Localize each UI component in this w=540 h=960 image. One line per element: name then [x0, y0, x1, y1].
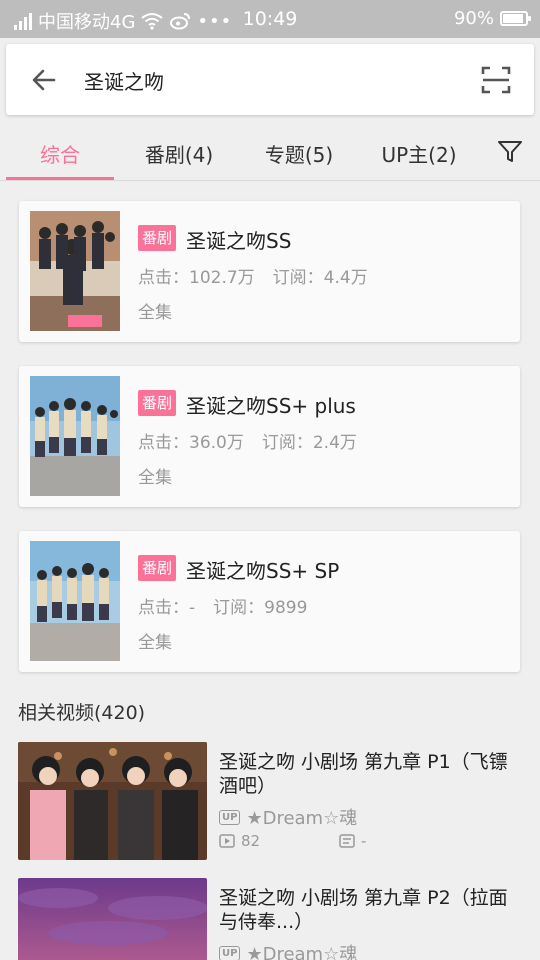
- battery-percent: 90%: [453, 8, 494, 29]
- search-tabs: 综合 番剧(4) 专题(5) UP主(2): [0, 125, 540, 181]
- bangumi-episodes: 全集: [138, 303, 172, 323]
- tab-bangumi[interactable]: 番剧(4): [124, 139, 234, 168]
- bangumi-badge: 番剧: [138, 555, 177, 581]
- video-list-item[interactable]: 圣诞之吻 小剧场 第九章 P2（拉面与侍奉...） UP ★Dream☆魂: [18, 878, 522, 960]
- related-videos-header: 相关视频(420): [18, 702, 146, 724]
- status-bar: 中国移动4G ••• 10:49 90%: [0, 0, 540, 38]
- bangumi-title: 圣诞之吻SS+ plus: [186, 394, 356, 418]
- play-icon: [219, 834, 235, 848]
- bangumi-cover: [30, 541, 120, 661]
- bangumi-badge: 番剧: [138, 390, 177, 416]
- status-right: 90%: [453, 8, 531, 29]
- bangumi-clicks: 点击：36.0万: [138, 433, 244, 453]
- video-uploader-row: UP ★Dream☆魂: [219, 940, 357, 960]
- bangumi-title: 圣诞之吻SS: [186, 229, 292, 253]
- bangumi-subscriptions: 订阅：2.4万: [261, 433, 357, 453]
- back-arrow-icon[interactable]: [28, 64, 60, 96]
- scan-qr-icon[interactable]: [480, 64, 512, 96]
- bangumi-title: 圣诞之吻SS+ SP: [186, 559, 340, 583]
- bangumi-clicks: 点击：-: [138, 598, 196, 618]
- tab-up-users[interactable]: UP主(2): [364, 139, 474, 168]
- video-title: 圣诞之吻 小剧场 第九章 P2（拉面与侍奉...）: [219, 887, 508, 933]
- search-bar: 圣诞之吻: [6, 44, 534, 115]
- up-tag-icon: UP: [219, 809, 241, 825]
- bangumi-card[interactable]: 番剧 圣诞之吻SS+ plus 点击：36.0万 订阅：2.4万 全集: [19, 366, 520, 507]
- bangumi-subscriptions: 订阅：9899: [213, 598, 308, 618]
- play-count-value: 82: [241, 832, 261, 850]
- video-thumbnail: [18, 742, 207, 860]
- video-uploader: ★Dream☆魂: [246, 808, 358, 829]
- tabs-divider: [0, 180, 540, 181]
- bangumi-stats: 点击：36.0万 订阅：2.4万: [138, 428, 357, 453]
- danmaku-icon: [339, 834, 355, 848]
- video-uploader-row: UP ★Dream☆魂: [219, 804, 357, 830]
- bangumi-badge: 番剧: [138, 225, 177, 251]
- video-uploader: ★Dream☆魂: [246, 944, 358, 960]
- bangumi-clicks: 点击：102.7万: [138, 268, 255, 288]
- bangumi-stats: 点击：- 订阅：9899: [138, 593, 307, 618]
- bangumi-cover: [30, 376, 120, 496]
- bangumi-card[interactable]: 番剧 圣诞之吻SS 点击：102.7万 订阅：4.4万 全集: [19, 201, 520, 342]
- battery-icon: [500, 11, 531, 26]
- bangumi-cover: [30, 211, 120, 331]
- video-list-item[interactable]: 圣诞之吻 小剧场 第九章 P1（飞镖酒吧） UP ★Dream☆魂 82 -: [18, 742, 522, 862]
- tab-topics[interactable]: 专题(5): [244, 139, 354, 168]
- danmaku-count: -: [339, 832, 366, 850]
- filter-icon[interactable]: [496, 138, 524, 166]
- up-tag-icon: UP: [219, 945, 241, 960]
- bangumi-stats: 点击：102.7万 订阅：4.4万: [138, 263, 368, 288]
- video-title: 圣诞之吻 小剧场 第九章 P1（飞镖酒吧）: [219, 751, 508, 797]
- bangumi-episodes: 全集: [138, 468, 172, 488]
- bangumi-card[interactable]: 番剧 圣诞之吻SS+ SP 点击：- 订阅：9899 全集: [19, 531, 520, 672]
- tab-all[interactable]: 综合: [6, 139, 114, 168]
- video-thumbnail: [18, 878, 207, 960]
- bangumi-subscriptions: 订阅：4.4万: [272, 268, 368, 288]
- video-meta: 82 -: [219, 832, 366, 850]
- danmaku-count-value: -: [361, 832, 367, 850]
- search-query[interactable]: 圣诞之吻: [84, 66, 164, 95]
- bangumi-episodes: 全集: [138, 633, 172, 653]
- play-count: 82: [219, 832, 260, 850]
